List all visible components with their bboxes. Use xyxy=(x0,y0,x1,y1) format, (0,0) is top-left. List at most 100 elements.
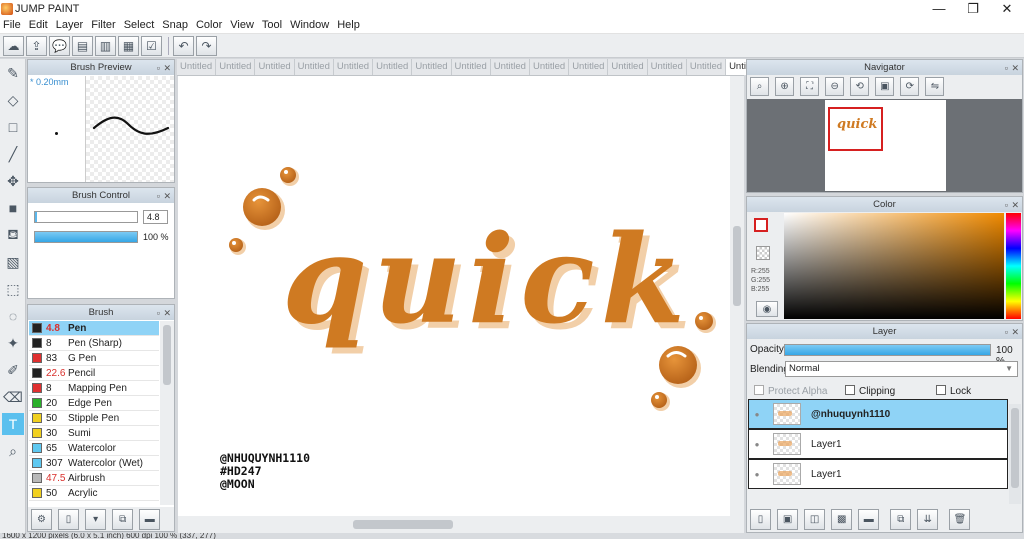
brush-list-item[interactable]: 307 Watercolor (Wet) xyxy=(29,456,159,471)
horizontal-scrollbar[interactable] xyxy=(178,516,744,533)
brush-copy-icon[interactable]: ⧉ xyxy=(112,509,134,530)
menu-edit[interactable]: Edit xyxy=(25,19,52,31)
brush-list-item[interactable]: 20 Edge Pen xyxy=(29,396,159,411)
fit-icon[interactable]: ⛶ xyxy=(800,77,820,96)
visibility-icon[interactable]: ● xyxy=(749,470,765,479)
merge-layer-icon[interactable]: ⇊ xyxy=(917,509,939,530)
brush-menu-icon[interactable]: ▾ xyxy=(85,509,107,530)
scrollbar-thumb[interactable] xyxy=(1011,408,1019,488)
visibility-icon[interactable]: ● xyxy=(749,410,765,419)
brush-list-item[interactable]: 8 Pen (Sharp) xyxy=(29,336,159,351)
document-tab[interactable]: Untitled xyxy=(412,59,452,75)
menu-snap[interactable]: Snap xyxy=(158,19,192,31)
restore-button[interactable]: ❐ xyxy=(956,0,990,17)
document-tab[interactable]: Untitled xyxy=(687,59,727,75)
maximize-icon[interactable]: ▫ xyxy=(157,189,160,204)
cloud-icon[interactable]: ☁ xyxy=(3,35,24,56)
layout-icon[interactable]: ▦ xyxy=(118,35,139,56)
redo-icon[interactable]: ↷ xyxy=(196,35,217,56)
brush-list-item[interactable]: 30 Sumi xyxy=(29,426,159,441)
document-tab[interactable]: Untitled xyxy=(177,59,217,75)
lock-option[interactable]: Lock xyxy=(936,385,971,397)
scrollbar-thumb[interactable] xyxy=(163,325,171,385)
menu-select[interactable]: Select xyxy=(120,19,159,31)
document-tab[interactable]: Untitled xyxy=(452,59,491,75)
document-tab[interactable]: Untitled xyxy=(295,59,334,75)
duplicate-layer-icon[interactable]: ⧉ xyxy=(890,509,912,530)
brush-opacity-slider[interactable] xyxy=(34,231,138,243)
maximize-icon[interactable]: ▫ xyxy=(1005,61,1008,76)
maximize-icon[interactable]: ▫ xyxy=(1005,325,1008,340)
brush-list-item[interactable]: 50 Stipple Pen xyxy=(29,411,159,426)
rectangle-tool-icon[interactable]: □ xyxy=(2,116,24,138)
zoom-out-icon[interactable]: ⊖ xyxy=(825,77,845,96)
scrollbar-thumb[interactable] xyxy=(353,520,453,529)
maximize-icon[interactable]: ▫ xyxy=(1005,198,1008,213)
brush-size-slider[interactable] xyxy=(34,211,138,223)
document-tab[interactable]: Untitled xyxy=(648,59,687,75)
line-tool-icon[interactable]: ╱ xyxy=(2,143,24,165)
document-tab[interactable]: Untitled xyxy=(491,59,530,75)
document-tab[interactable]: Untitled xyxy=(216,59,256,75)
select-pen-tool-icon[interactable]: ✐ xyxy=(2,359,24,381)
blending-select[interactable]: Normal ▼ xyxy=(785,361,1018,377)
close-icon[interactable]: ✕ xyxy=(1011,325,1019,340)
clipping-option[interactable]: Clipping xyxy=(845,385,895,397)
menu-help[interactable]: Help xyxy=(333,19,364,31)
document-tab[interactable]: Untitled xyxy=(373,59,413,75)
page-icon[interactable]: ▥ xyxy=(95,35,116,56)
move-tool-icon[interactable]: ✥ xyxy=(2,170,24,192)
maximize-icon[interactable]: ▫ xyxy=(157,306,160,321)
zoom-search-icon[interactable]: ⌕ xyxy=(750,77,769,96)
layer-list-scrollbar[interactable] xyxy=(1009,404,1021,504)
close-icon[interactable]: ✕ xyxy=(163,306,171,321)
undo-icon[interactable]: ↶ xyxy=(173,35,194,56)
export-icon[interactable]: ⇪ xyxy=(26,35,47,56)
close-icon[interactable]: ✕ xyxy=(163,189,171,204)
brush-list-item[interactable]: 83 G Pen xyxy=(29,351,159,366)
layer-row[interactable]: ● Layer1 xyxy=(748,459,1008,489)
comment-icon[interactable]: 💬 xyxy=(49,35,70,56)
vertical-scrollbar[interactable] xyxy=(730,76,744,516)
delete-layer-icon[interactable]: 🗑 xyxy=(949,509,971,530)
maximize-icon[interactable]: ▫ xyxy=(157,61,160,76)
document-tab[interactable]: Untitled xyxy=(569,59,609,75)
rotate-left-icon[interactable]: ⟲ xyxy=(850,77,870,96)
menu-layer[interactable]: Layer xyxy=(52,19,88,31)
layer-opacity-slider[interactable] xyxy=(784,344,991,356)
scrollbar-thumb[interactable] xyxy=(733,226,741,306)
minimize-button[interactable]: — xyxy=(922,0,956,17)
close-icon[interactable]: ✕ xyxy=(1011,61,1019,76)
protect-alpha-option[interactable]: Protect Alpha xyxy=(754,385,827,397)
text-tool-icon[interactable]: T xyxy=(2,413,24,435)
hue-slider[interactable] xyxy=(1006,213,1021,319)
brush-list-item[interactable]: 65 Watercolor xyxy=(29,441,159,456)
magic-wand-tool-icon[interactable]: ✦ xyxy=(2,332,24,354)
new-layer-8bit-icon[interactable]: ▣ xyxy=(777,509,799,530)
eraser-tool-icon[interactable]: ◇ xyxy=(2,89,24,111)
close-icon[interactable]: ✕ xyxy=(163,61,171,76)
halftone-layer-icon[interactable]: ▩ xyxy=(831,509,853,530)
brush-folder-icon[interactable]: ▬ xyxy=(139,509,161,530)
primary-color-swatch[interactable] xyxy=(754,218,768,232)
bucket-tool-icon[interactable]: ⛾ xyxy=(2,224,24,246)
clipping-checkbox[interactable] xyxy=(845,385,855,395)
message-icon[interactable]: ▤ xyxy=(72,35,93,56)
select-rect-tool-icon[interactable]: ⬚ xyxy=(2,278,24,300)
lasso-tool-icon[interactable]: ◌ xyxy=(2,305,24,327)
saturation-value-picker[interactable] xyxy=(784,213,1004,319)
brush-size-field[interactable]: 4.8 xyxy=(143,210,168,224)
protect-alpha-checkbox[interactable] xyxy=(754,385,764,395)
eyedropper-tool-icon[interactable]: ⌕ xyxy=(2,440,24,462)
menu-tool[interactable]: Tool xyxy=(258,19,286,31)
brush-list-item[interactable]: 4.8 Pen xyxy=(29,321,159,336)
drawing-canvas[interactable]: quick quick @NHUQUYNH1110 #HD247 @MOON xyxy=(178,76,730,516)
layer-row[interactable]: ● @nhuquynh1110 xyxy=(748,399,1008,429)
reset-view-icon[interactable]: ▣ xyxy=(875,77,895,96)
flip-icon[interactable]: ⇋ xyxy=(925,77,945,96)
rotate-right-icon[interactable]: ⟳ xyxy=(900,77,920,96)
zoom-in-icon[interactable]: ⊕ xyxy=(775,77,795,96)
brush-settings-icon[interactable]: ⚙ xyxy=(31,509,52,530)
close-icon[interactable]: ✕ xyxy=(1011,198,1019,213)
document-tab[interactable]: Untitled xyxy=(255,59,295,75)
